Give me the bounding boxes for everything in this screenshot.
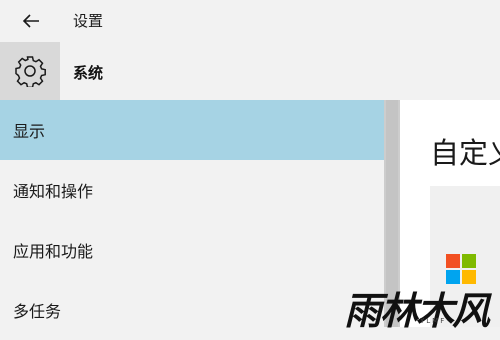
sidebar-item-label: 通知和操作 <box>13 182 94 201</box>
sidebar-item-notifications[interactable]: 通知和操作 <box>0 160 384 220</box>
back-arrow-icon <box>22 14 39 28</box>
watermark: 雨林木风 YLMF <box>338 254 498 333</box>
section-title: 系统 <box>73 64 104 82</box>
sidebar-nav: 显示 通知和操作 应用和功能 多任务 <box>0 100 384 327</box>
sidebar-item-label: 多任务 <box>13 302 62 321</box>
page-header: 系统 <box>0 42 500 100</box>
gear-icon-box <box>0 42 60 100</box>
sidebar-item-display[interactable]: 显示 <box>0 100 384 160</box>
content-title: 自定义 <box>430 136 500 170</box>
gear-icon <box>15 56 46 87</box>
sidebar-item-multitasking[interactable]: 多任务 <box>0 280 384 340</box>
watermark-subtext: YLMF <box>420 317 447 325</box>
sidebar-item-apps-features[interactable]: 应用和功能 <box>0 220 384 280</box>
sidebar-item-label: 应用和功能 <box>13 242 94 261</box>
sidebar-item-label: 显示 <box>13 122 46 141</box>
window-title: 设置 <box>73 12 104 30</box>
back-button[interactable] <box>17 8 45 34</box>
title-bar: 设置 <box>0 0 500 42</box>
